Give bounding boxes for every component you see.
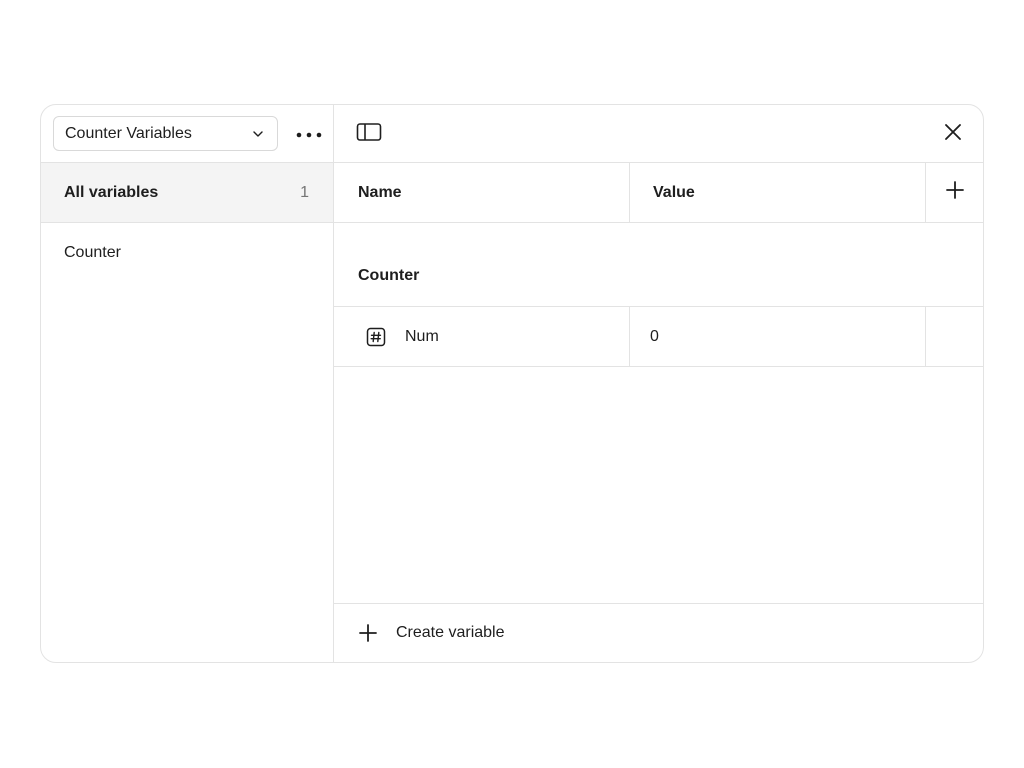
collection-select[interactable]: Counter Variables: [53, 116, 278, 151]
variable-count: 1: [300, 183, 309, 201]
sidebar-header: Counter Variables: [41, 105, 333, 163]
sidebar-item-all-variables[interactable]: All variables 1: [41, 163, 333, 223]
number-icon: [366, 327, 386, 347]
create-variable-label: Create variable: [396, 624, 505, 641]
variable-value-cell[interactable]: 0: [630, 307, 926, 366]
table-row: Num 0: [334, 307, 983, 367]
plus-icon: [358, 623, 378, 643]
variables-panel: Counter Variables All variables 1 Counte…: [40, 104, 984, 663]
close-icon: [944, 123, 962, 146]
group-title: Counter: [358, 267, 420, 284]
table-header: Name Value: [334, 163, 983, 223]
sidebar-toggle-icon: [356, 122, 382, 147]
column-header-name: Name: [334, 163, 630, 222]
chevron-down-icon: [247, 123, 269, 145]
toggle-sidebar-button[interactable]: [356, 122, 382, 146]
variable-name: Num: [405, 327, 439, 345]
add-column-button[interactable]: [926, 163, 983, 222]
variables-table-area: Name Value Counter Num 0 Create variable: [334, 105, 983, 662]
more-horizontal-icon: [296, 125, 322, 143]
main-header: [334, 105, 983, 163]
sidebar-item-counter[interactable]: Counter: [41, 223, 333, 283]
create-variable-button[interactable]: Create variable: [334, 603, 983, 662]
variable-value: 0: [650, 327, 659, 345]
plus-icon: [945, 180, 965, 205]
sidebar-item-label: All variables: [64, 183, 159, 201]
sidebar-item-label: Counter: [64, 244, 121, 261]
close-button[interactable]: [941, 122, 965, 146]
collection-select-label: Counter Variables: [65, 124, 192, 142]
more-options-button[interactable]: [292, 119, 326, 149]
collections-sidebar: Counter Variables All variables 1 Counte…: [41, 105, 334, 662]
variable-name-cell[interactable]: Num: [334, 307, 630, 366]
row-extra-cell: [926, 307, 983, 366]
column-header-value: Value: [630, 163, 926, 222]
